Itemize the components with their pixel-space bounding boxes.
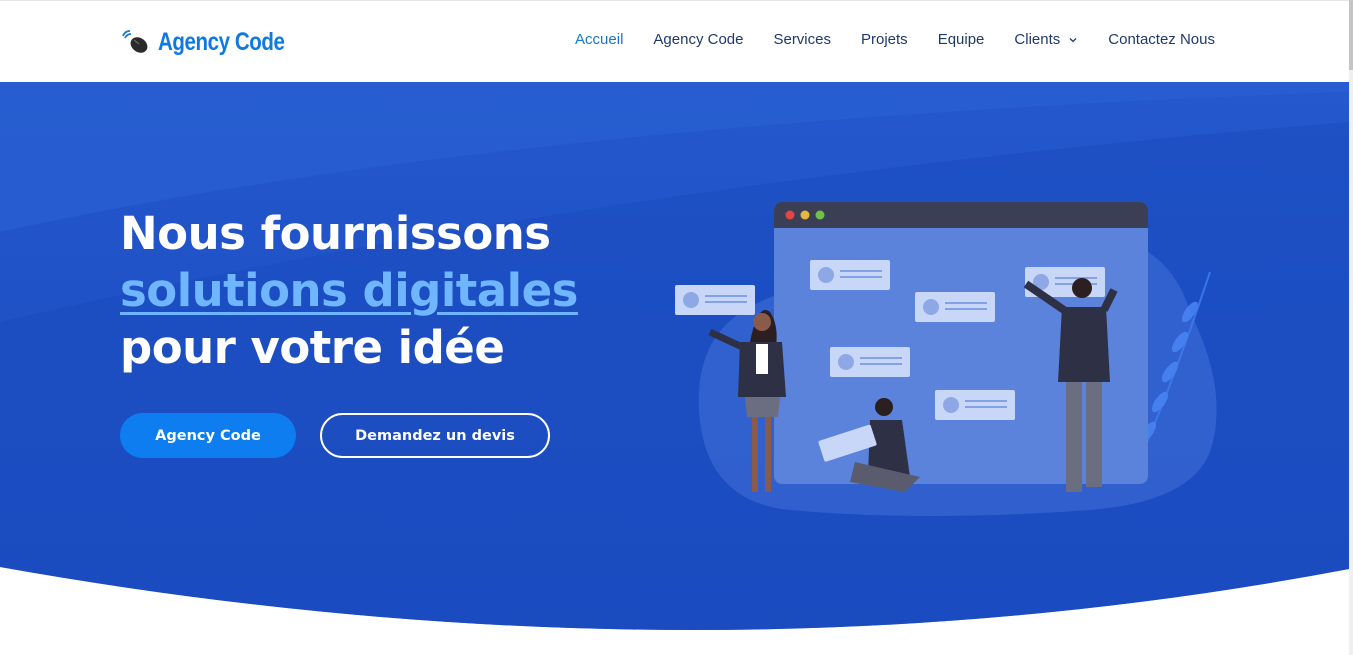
logo-text: Agency Code (158, 27, 285, 56)
nav-item-agency-code[interactable]: Agency Code (653, 31, 743, 48)
page-scrollbar[interactable] (1349, 0, 1353, 655)
nav-item-clients[interactable]: Clients (1014, 31, 1078, 48)
hero-headline: Nous fournissons solutions digitales pou… (120, 205, 578, 376)
site-header: Agency Code Accueil Agency Code Services… (0, 0, 1353, 82)
scrollbar-thumb[interactable] (1349, 0, 1353, 70)
nav-item-contactez-nous[interactable]: Contactez Nous (1108, 31, 1215, 48)
nav-item-clients-label: Clients (1014, 31, 1061, 48)
nav-item-accueil[interactable]: Accueil (575, 31, 623, 48)
window-dot-red (785, 210, 795, 220)
mouse-logo-icon (122, 30, 148, 53)
hero-section: Nous fournissons solutions digitales pou… (0, 82, 1349, 655)
window-dot-green (815, 210, 825, 220)
logo[interactable]: Agency Code (120, 25, 312, 59)
main-nav: Accueil Agency Code Services Projets Equ… (575, 31, 1215, 48)
agency-code-button[interactable]: Agency Code (120, 413, 296, 458)
nav-item-equipe[interactable]: Equipe (938, 31, 985, 48)
window-dot-yellow (800, 210, 810, 220)
request-quote-button[interactable]: Demandez un devis (320, 413, 550, 458)
page: Agency Code Accueil Agency Code Services… (0, 0, 1353, 655)
hero-illustration (675, 202, 1217, 516)
headline-line-3: pour votre idée (120, 321, 505, 374)
nav-item-projets[interactable]: Projets (861, 31, 908, 48)
nav-item-services[interactable]: Services (773, 31, 831, 48)
headline-line-1: Nous fournissons (120, 207, 551, 260)
chevron-down-icon (1069, 37, 1077, 42)
headline-line-2: solutions digitales (120, 264, 578, 317)
